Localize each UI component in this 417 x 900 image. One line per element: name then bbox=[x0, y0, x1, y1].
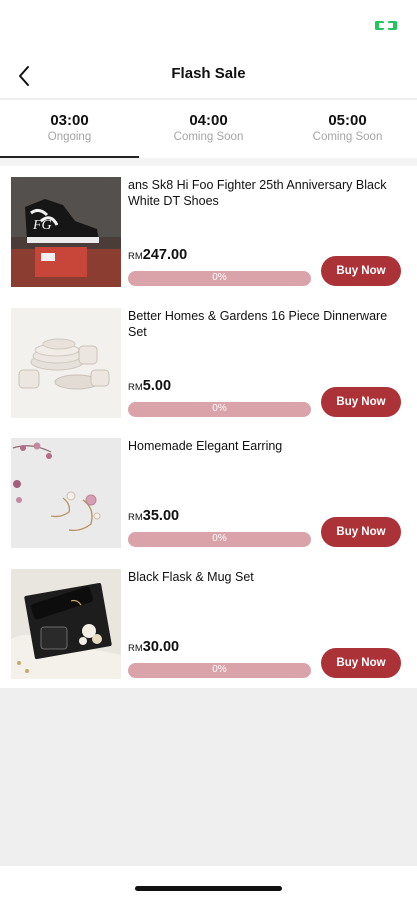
price-amount: 247.00 bbox=[142, 247, 188, 263]
price-currency: RM bbox=[128, 642, 143, 654]
tab-time: 04:00 bbox=[189, 112, 228, 129]
product-name: Homemade Elegant Earring bbox=[128, 439, 283, 453]
time-slot-tabs: 03:00 Ongoing 04:00 Coming Soon 05:00 Co… bbox=[0, 100, 417, 158]
product-image-flask[interactable] bbox=[11, 568, 121, 679]
tab-status: Coming Soon bbox=[312, 131, 383, 143]
tab-time: 05:00 bbox=[328, 112, 367, 129]
price-amount: 35.00 bbox=[142, 508, 180, 524]
product-price: RM247.00 bbox=[128, 246, 187, 264]
price-currency: RM bbox=[128, 512, 143, 523]
product-image-shoes[interactable]: FG bbox=[11, 177, 121, 287]
price-currency: RM bbox=[128, 381, 143, 393]
divider bbox=[0, 158, 417, 166]
progress-label: 0% bbox=[212, 272, 227, 283]
battery-icon bbox=[375, 21, 397, 30]
product-item[interactable]: Better Homes & Gardens 16 Piece Dinnerwa… bbox=[0, 297, 417, 428]
page-title: Flash Sale bbox=[171, 65, 246, 82]
product-name: ans Sk8 Hi Foo Fighter 25th Anniversary … bbox=[128, 178, 387, 208]
product-price: RM30.00 bbox=[128, 638, 179, 656]
tab-0300[interactable]: 03:00 Ongoing bbox=[0, 100, 139, 158]
buy-now-button[interactable]: Buy Now bbox=[321, 517, 401, 547]
product-image-dinnerware[interactable] bbox=[11, 307, 121, 418]
sold-progress-bar: 0% bbox=[128, 271, 311, 286]
home-indicator[interactable] bbox=[135, 886, 282, 891]
flask-image bbox=[11, 568, 121, 679]
product-item[interactable]: Homemade Elegant Earring RM35.00 0% Buy … bbox=[0, 427, 417, 558]
product-name: Better Homes & Gardens 16 Piece Dinnerwa… bbox=[128, 308, 388, 339]
progress-label: 0% bbox=[212, 533, 227, 544]
progress-label: 0% bbox=[212, 663, 227, 675]
sold-progress-bar: 0% bbox=[128, 662, 311, 678]
product-price: RM5.00 bbox=[128, 377, 171, 395]
tab-0500[interactable]: 05:00 Coming Soon bbox=[278, 100, 417, 158]
tab-0400[interactable]: 04:00 Coming Soon bbox=[139, 100, 278, 158]
sold-progress-bar: 0% bbox=[128, 532, 311, 547]
shoe-logo: FG bbox=[32, 218, 52, 233]
sold-progress-bar: 0% bbox=[128, 401, 311, 417]
price-amount: 5.00 bbox=[142, 377, 172, 394]
price-currency: RM bbox=[128, 251, 143, 262]
nav-bar: Flash Sale bbox=[0, 52, 417, 98]
tab-status: Coming Soon bbox=[173, 131, 244, 143]
status-bar bbox=[0, 0, 417, 52]
buy-now-button[interactable]: Buy Now bbox=[321, 647, 401, 678]
dinnerware-image bbox=[11, 307, 121, 418]
product-price: RM35.00 bbox=[128, 507, 179, 525]
product-item[interactable]: Black Flask & Mug Set RM30.00 0% Buy Now bbox=[0, 558, 417, 689]
progress-label: 0% bbox=[212, 402, 227, 414]
buy-now-button[interactable]: Buy Now bbox=[321, 386, 401, 417]
product-item[interactable]: FG ans Sk8 Hi Foo Fighter 25th Anniversa… bbox=[0, 166, 417, 297]
shoes-image: FG bbox=[11, 177, 121, 287]
price-amount: 30.00 bbox=[142, 638, 180, 655]
product-image-earring[interactable] bbox=[11, 438, 121, 548]
tab-time: 03:00 bbox=[50, 112, 89, 129]
product-list: FG ans Sk8 Hi Foo Fighter 25th Anniversa… bbox=[0, 166, 417, 688]
buy-now-button[interactable]: Buy Now bbox=[321, 256, 401, 286]
earring-image bbox=[11, 438, 121, 548]
system-bottom-bar bbox=[0, 866, 417, 900]
tab-status: Ongoing bbox=[47, 131, 92, 143]
product-name: Black Flask & Mug Set bbox=[128, 569, 254, 584]
